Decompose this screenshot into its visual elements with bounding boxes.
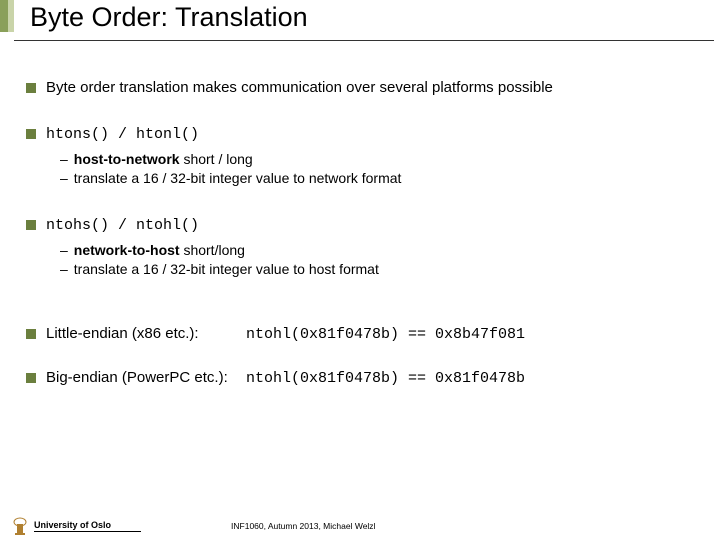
sub-text: short / long <box>180 151 253 167</box>
bullet-body: ntohs() / ntohl() – network-to-host shor… <box>46 215 706 280</box>
sub-item: – translate a 16 / 32-bit integer value … <box>60 260 706 279</box>
accent-bar-light <box>8 0 14 32</box>
sub-text-bold: network-to-host <box>74 242 180 258</box>
bullet-item: Little-endian (x86 etc.): ntohl(0x81f047… <box>26 324 706 345</box>
code-text: ntohs() / ntohl() <box>46 217 199 234</box>
bullet-item: htons() / htonl() – host-to-network shor… <box>26 124 706 189</box>
dash-icon: – <box>60 241 68 260</box>
sub-text: translate a 16 / 32-bit integer value to… <box>74 260 379 279</box>
bullet-item: Byte order translation makes communicati… <box>26 78 706 98</box>
slide-title: Byte Order: Translation <box>30 2 308 33</box>
square-bullet-icon <box>26 220 36 230</box>
accent-bar-dark <box>0 0 8 32</box>
endian-label: Big-endian (PowerPC etc.): <box>46 368 246 388</box>
title-underline <box>14 40 714 41</box>
slide-footer: University of Oslo INF1060, Autumn 2013,… <box>0 510 720 540</box>
square-bullet-icon <box>26 329 36 339</box>
bullet-body: Little-endian (x86 etc.): ntohl(0x81f047… <box>46 324 706 345</box>
sub-text-bold: host-to-network <box>74 151 180 167</box>
sub-text: translate a 16 / 32-bit integer value to… <box>74 169 402 188</box>
sub-item: – network-to-host short/long <box>60 241 706 260</box>
square-bullet-icon <box>26 373 36 383</box>
code-text: ntohl(0x81f0478b) == 0x8b47f081 <box>246 325 525 345</box>
code-text: ntohl(0x81f0478b) == 0x81f0478b <box>246 369 525 389</box>
bullet-body: htons() / htonl() – host-to-network shor… <box>46 124 706 189</box>
sub-list: – host-to-network short / long – transla… <box>60 150 706 189</box>
dash-icon: – <box>60 169 68 188</box>
square-bullet-icon <box>26 129 36 139</box>
code-text: htons() / htonl() <box>46 126 199 143</box>
bullet-body: Big-endian (PowerPC etc.): ntohl(0x81f04… <box>46 368 706 389</box>
sub-list: – network-to-host short/long – translate… <box>60 241 706 280</box>
bullet-item: ntohs() / ntohl() – network-to-host shor… <box>26 215 706 280</box>
bullet-item: Big-endian (PowerPC etc.): ntohl(0x81f04… <box>26 368 706 389</box>
dash-icon: – <box>60 260 68 279</box>
square-bullet-icon <box>26 83 36 93</box>
institution-name: University of Oslo <box>34 520 141 532</box>
bullet-text: Byte order translation makes communicati… <box>46 78 706 98</box>
sub-text: short/long <box>180 242 245 258</box>
sub-item: – translate a 16 / 32-bit integer value … <box>60 169 706 188</box>
sub-item: – host-to-network short / long <box>60 150 706 169</box>
course-info: INF1060, Autumn 2013, Michael Welzl <box>231 521 375 531</box>
endian-label: Little-endian (x86 etc.): <box>46 324 246 344</box>
university-logo-icon <box>12 516 28 536</box>
dash-icon: – <box>60 150 68 169</box>
slide-content: Byte order translation makes communicati… <box>26 78 706 415</box>
